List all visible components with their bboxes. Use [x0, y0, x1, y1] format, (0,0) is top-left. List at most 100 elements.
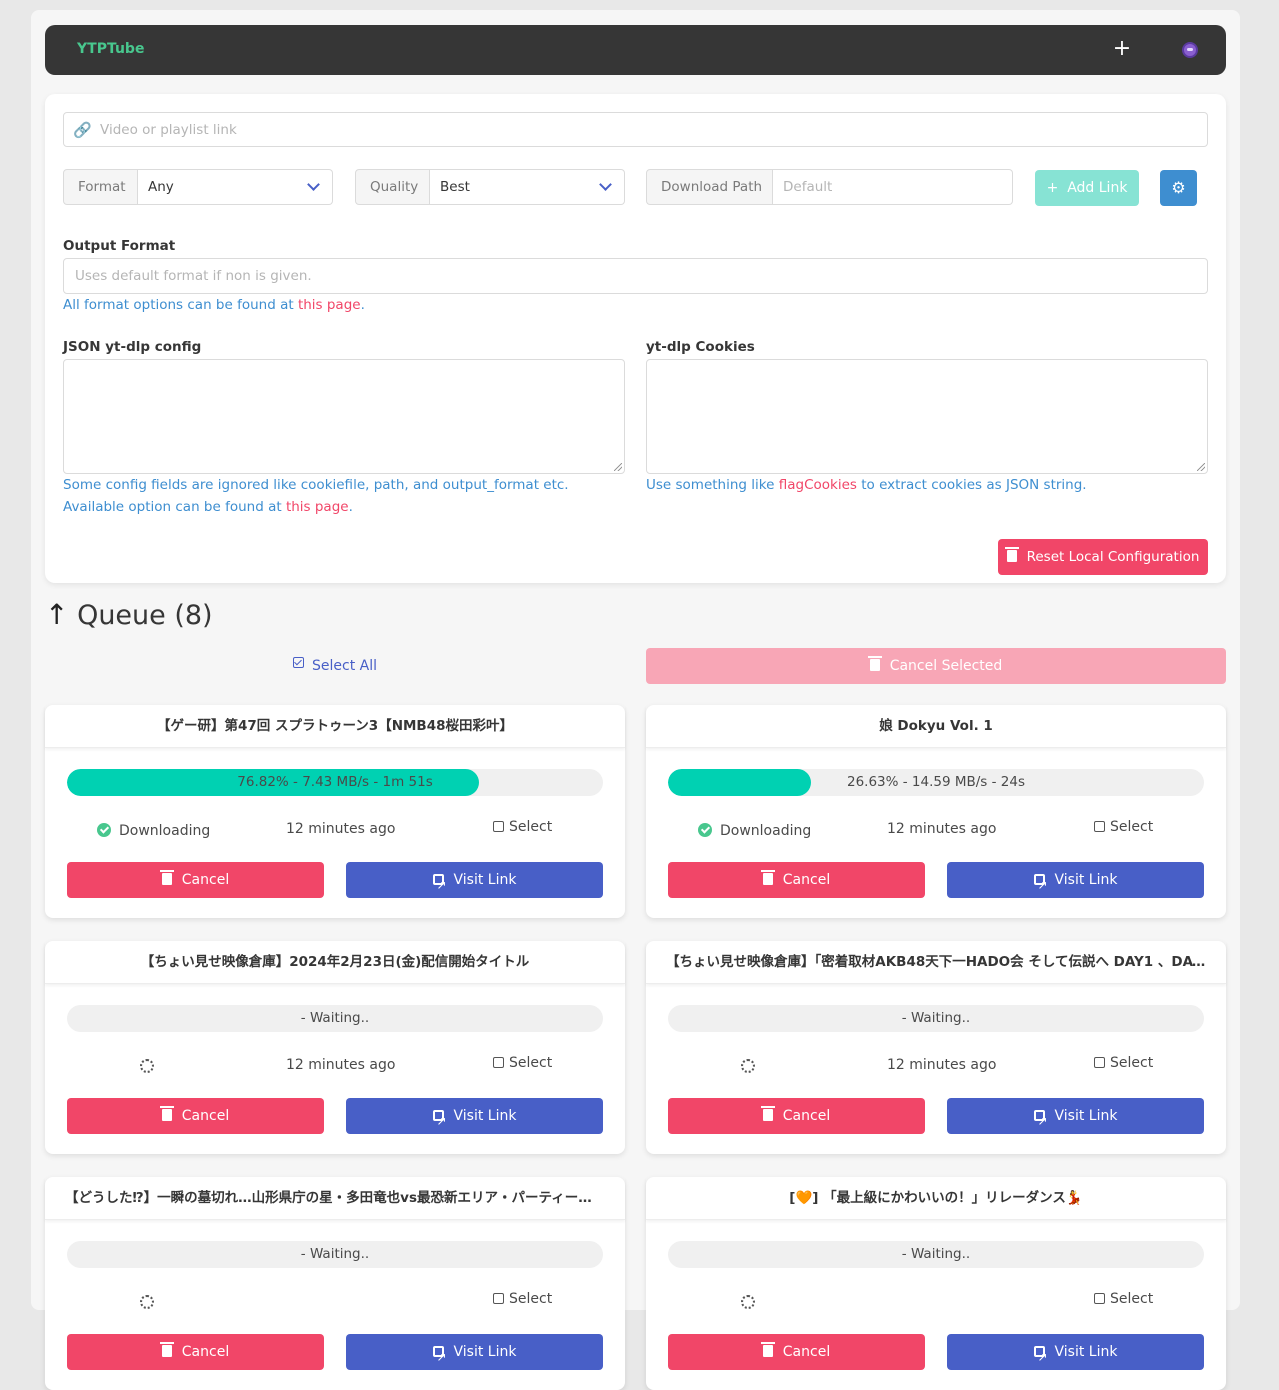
settings-button[interactable]: ⚙: [1160, 170, 1197, 206]
arrow-up-icon: ↑: [45, 598, 69, 631]
select-checkbox[interactable]: Select: [493, 819, 552, 835]
queue-title-text: Queue (8): [77, 600, 213, 631]
visit-link-button[interactable]: Visit Link: [346, 1334, 603, 1375]
select-label: Select: [509, 819, 553, 835]
status-indicator: Downloading: [698, 821, 811, 839]
queue-item-title: [🧡] 「最上級にかわいいの！」リレーダンス💃: [646, 1177, 1226, 1220]
cancel-button[interactable]: Cancel: [67, 1334, 324, 1370]
quality-select[interactable]: Best: [430, 169, 625, 205]
format-select[interactable]: Any: [138, 169, 333, 205]
chevron-down-icon: [307, 178, 320, 191]
json-config-textarea[interactable]: [63, 359, 625, 474]
visit-link-button[interactable]: Visit Link: [346, 862, 603, 903]
progress-text: - Waiting..: [901, 1010, 971, 1026]
progress-bar: 26.63% - 14.59 MB/s - 24s: [668, 769, 1204, 796]
progress-bar: 76.82% - 7.43 MB/s - 1m 51s: [67, 769, 603, 796]
trash-icon: [760, 1342, 775, 1357]
format-label: Format: [63, 169, 138, 205]
reset-label: Reset Local Configuration: [1026, 549, 1200, 565]
json-help-link[interactable]: this page: [286, 499, 349, 515]
trash-icon: [760, 1106, 775, 1121]
visit-label: Visit Link: [453, 1108, 517, 1124]
select-label: Select: [1110, 819, 1154, 835]
json-config-label: JSON yt-dlp config: [63, 339, 202, 355]
link-placeholder: Video or playlist link: [100, 122, 237, 138]
checkbox[interactable]: [493, 1293, 504, 1304]
select-checkbox[interactable]: Select: [1094, 819, 1153, 835]
checkbox[interactable]: [1094, 1057, 1105, 1068]
check-circle-icon: [97, 823, 111, 837]
json-config-help: Some config fields are ignored like cook…: [63, 477, 569, 515]
cookies-textarea[interactable]: [646, 359, 1208, 474]
progress-text: 26.63% - 14.59 MB/s - 24s: [846, 774, 1026, 790]
queue-item-title: 娘 Dokyu Vol. 1: [646, 705, 1226, 748]
cancel-button[interactable]: Cancel: [668, 1334, 925, 1370]
link-input[interactable]: 🔗 Video or playlist link: [63, 112, 1208, 147]
output-help-text: All format options can be found at: [63, 297, 294, 313]
visit-label: Visit Link: [1054, 1344, 1118, 1360]
visit-link-button[interactable]: Visit Link: [947, 1098, 1204, 1139]
output-help-link[interactable]: this page: [298, 297, 361, 313]
cancel-button[interactable]: Cancel: [67, 1098, 324, 1134]
external-link-icon: [1033, 1103, 1048, 1139]
visit-label: Visit Link: [453, 872, 517, 888]
added-time: 12 minutes ago: [887, 821, 997, 837]
cancel-label: Cancel: [181, 1344, 230, 1360]
select-checkbox[interactable]: Select: [493, 1055, 552, 1071]
avatar-icon[interactable]: [1182, 42, 1198, 58]
cancel-button[interactable]: Cancel: [668, 862, 925, 898]
select-label: Select: [509, 1055, 553, 1071]
progress-text: 76.82% - 7.43 MB/s - 1m 51s: [237, 774, 433, 790]
queue-title: ↑ Queue (8): [45, 598, 213, 631]
visit-link-button[interactable]: Visit Link: [947, 1334, 1204, 1375]
queue-item: 娘 Dokyu Vol. 1 26.63% - 14.59 MB/s - 24s…: [646, 705, 1226, 918]
output-format-help: All format options can be found at this …: [63, 297, 365, 313]
checkbox[interactable]: [493, 821, 504, 832]
link-icon: 🔗: [73, 121, 92, 139]
status-text: Downloading: [720, 823, 812, 839]
progress-bar: - Waiting..: [67, 1005, 603, 1032]
checkbox[interactable]: [1094, 821, 1105, 832]
progress-bar: - Waiting..: [668, 1005, 1204, 1032]
checkbox[interactable]: [1094, 1293, 1105, 1304]
brand-logo[interactable]: YTPTube: [77, 41, 144, 57]
progress-text: - Waiting..: [901, 1246, 971, 1262]
external-link-icon: [432, 867, 447, 903]
queue-item-title: 【ゲー研】第47回 スプラトゥーン3【NMB48桜田彩叶】: [45, 705, 625, 748]
output-format-input[interactable]: Uses default format if non is given.: [63, 258, 1208, 294]
visit-link-button[interactable]: Visit Link: [947, 862, 1204, 903]
select-checkbox[interactable]: Select: [1094, 1055, 1153, 1071]
add-link-button[interactable]: + Add Link: [1035, 170, 1139, 206]
added-time: 12 minutes ago: [286, 1057, 396, 1073]
visit-link-button[interactable]: Visit Link: [346, 1098, 603, 1139]
plus-icon[interactable]: +: [1111, 36, 1133, 62]
queue-item: 【ちょい見せ映像倉庫】「密着取材AKB48天下一HADO会 そして伝説へ DAY…: [646, 941, 1226, 1154]
select-checkbox[interactable]: Select: [1094, 1291, 1153, 1307]
spinner-icon: [741, 1059, 755, 1073]
add-form: 🔗 Video or playlist link Format Any Qual…: [45, 94, 1226, 583]
queue-item: 【ゲー研】第47回 スプラトゥーン3【NMB48桜田彩叶】 76.82% - 7…: [45, 705, 625, 918]
page-container: YTPTube + 🔗 Video or playlist link Forma…: [31, 10, 1240, 1390]
reset-configuration-button[interactable]: Reset Local Configuration: [998, 539, 1208, 575]
cancel-label: Cancel: [181, 1108, 230, 1124]
status-text: Downloading: [119, 823, 211, 839]
add-link-label: Add Link: [1067, 180, 1128, 196]
trash-icon: [159, 1342, 174, 1357]
external-link-icon: [432, 1339, 447, 1375]
cancel-button[interactable]: Cancel: [67, 862, 324, 898]
visit-label: Visit Link: [1054, 872, 1118, 888]
download-path-input[interactable]: Default: [773, 169, 1013, 205]
cancel-button[interactable]: Cancel: [668, 1098, 925, 1134]
select-checkbox[interactable]: Select: [493, 1291, 552, 1307]
cancel-label: Cancel: [181, 872, 230, 888]
select-label: Select: [509, 1291, 553, 1307]
format-value: Any: [148, 179, 174, 195]
trash-icon: [1004, 547, 1019, 562]
check-square-icon: [293, 657, 304, 668]
external-link-icon: [1033, 867, 1048, 903]
cookies-help-suffix: to extract cookies as JSON string.: [861, 477, 1087, 493]
select-all-button[interactable]: Select All: [293, 657, 377, 674]
cookies-help-link[interactable]: flagCookies: [779, 477, 857, 493]
checkbox[interactable]: [493, 1057, 504, 1068]
cancel-selected-button[interactable]: Cancel Selected: [646, 648, 1226, 684]
